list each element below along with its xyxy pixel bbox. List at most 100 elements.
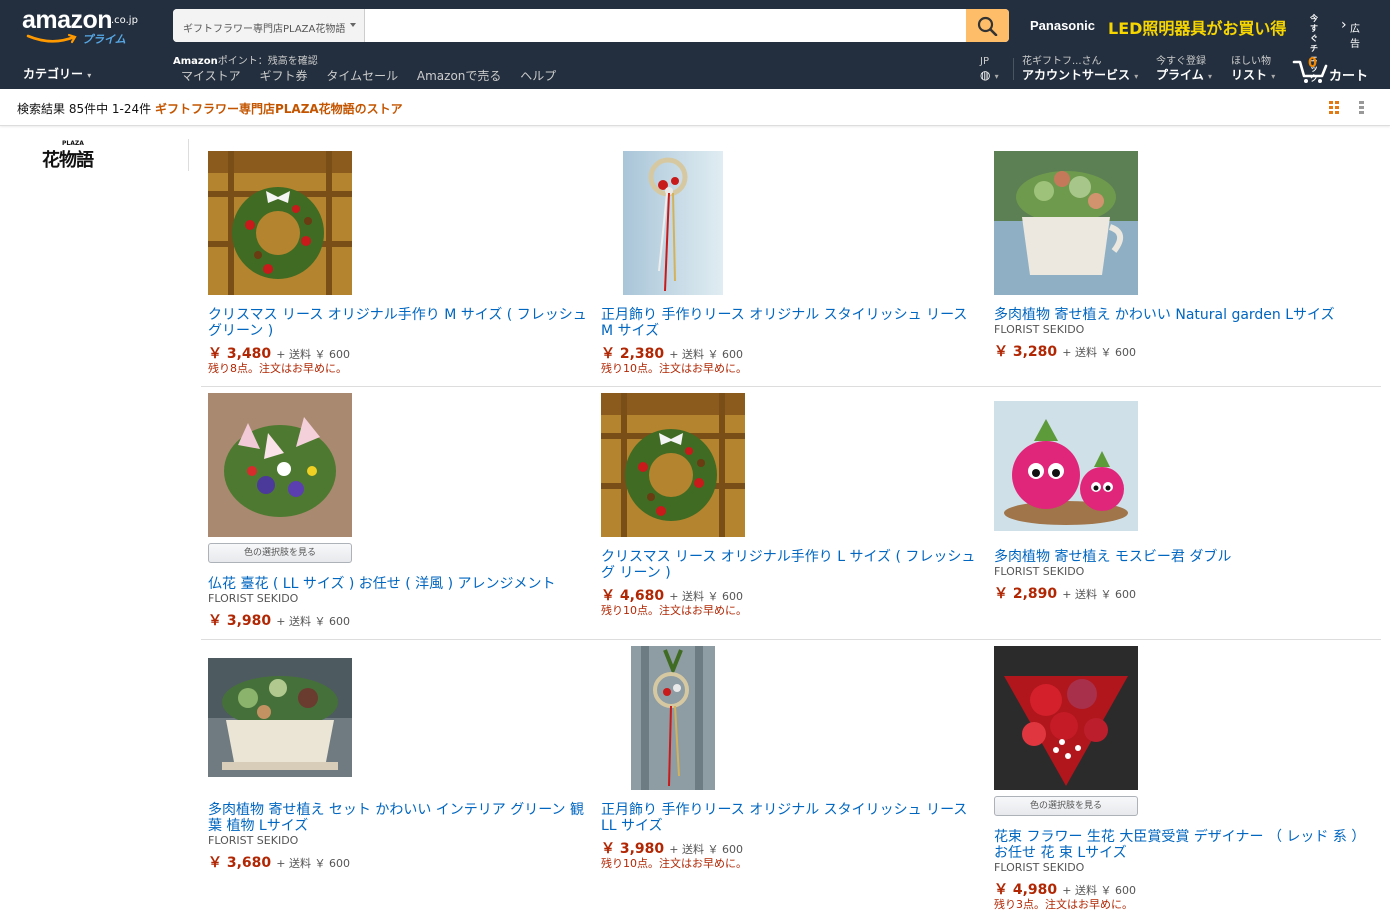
- color-options-button[interactable]: 色の選択肢を見る: [994, 796, 1138, 816]
- points-bold: Amazon: [173, 56, 218, 67]
- results-info-bar: 検索結果 85件中 1-24件 ギフトフラワー専門店PLAZA花物語のストア: [0, 89, 1390, 126]
- product-title[interactable]: 多肉植物 寄せ植え モスビー君 ダブル: [994, 549, 1374, 565]
- product-title[interactable]: 仏花 臺花 ( LL サイズ ) お任せ ( 洋風 ) アレンジメント: [208, 576, 588, 592]
- amazon-logo[interactable]: amazon .co.jp プライム: [22, 6, 142, 48]
- account-greeting: 花ギフトフ...さん: [1022, 56, 1102, 67]
- product-title[interactable]: 正月飾り 手作りリース オリジナル スタイリッシュ リース LL サイズ: [601, 802, 986, 834]
- product-image[interactable]: [601, 393, 745, 537]
- chevron-down-icon: ▾: [1207, 72, 1212, 81]
- cart-count: 0: [1308, 56, 1318, 71]
- nav-links: マイストア ギフト券 タイムセール Amazonで売る ヘルプ: [181, 67, 571, 84]
- product-stock: 残り8点。注文はお早めに。: [208, 362, 347, 375]
- product-stock: 残り10点。注文はお早めに。: [601, 857, 747, 870]
- product-price: ￥ 3,680: [208, 855, 272, 871]
- product-price-row: ￥ 3,280 + 送料 ￥ 600: [994, 341, 1136, 361]
- store-link[interactable]: ギフトフラワー専門店PLAZA花物語のストア: [155, 102, 403, 116]
- category-label: カテゴリー: [23, 67, 84, 81]
- product-image[interactable]: [623, 151, 723, 295]
- prime-menu[interactable]: 今すぐ登録 プライム ▾: [1156, 56, 1212, 84]
- product-brand: FLORIST SEKIDO: [994, 565, 1085, 578]
- nav-link-sell[interactable]: Amazonで売る: [417, 69, 502, 83]
- product-stock: 残り10点。注文はお早めに。: [601, 362, 747, 375]
- product-price-row: ￥ 2,890 + 送料 ￥ 600: [994, 583, 1136, 603]
- wreath-image: [208, 151, 352, 295]
- cart-button[interactable]: 0 カート: [1292, 56, 1372, 84]
- smile-arrow-icon: [26, 33, 77, 44]
- product-shipping: + 送料 ￥ 600: [1062, 346, 1136, 359]
- search-scope-dropdown[interactable]: ギフトフラワー専門店PLAZA花物語: [173, 9, 365, 42]
- lily-arrangement-image: [208, 393, 352, 537]
- prime-top: 今すぐ登録: [1156, 56, 1206, 67]
- red-bouquet-image: [994, 646, 1138, 790]
- product-image[interactable]: [994, 151, 1138, 295]
- wreath-image: [601, 393, 745, 537]
- nav-link-giftcard[interactable]: ギフト券: [259, 69, 307, 83]
- logo-domain: .co.jp: [111, 15, 138, 26]
- product-image[interactable]: [994, 646, 1138, 790]
- search-scope-label: ギフトフラワー専門店PLAZA花物語: [183, 24, 346, 35]
- account-menu[interactable]: 花ギフトフ...さん アカウントサービス ▾: [1022, 56, 1138, 84]
- row-divider: [201, 639, 1381, 640]
- nav-link-timesale[interactable]: タイムセール: [326, 69, 398, 83]
- product-title[interactable]: 多肉植物 寄せ植え かわいい Natural garden Lサイズ: [994, 307, 1374, 323]
- succulent-tray-image: [208, 658, 352, 777]
- language-code: JP: [980, 56, 989, 67]
- product-shipping: + 送料 ￥ 600: [276, 615, 350, 628]
- nav-link-mystore[interactable]: マイストア: [181, 69, 241, 83]
- succulent-pot-image: [994, 151, 1138, 295]
- list-view-icon[interactable]: [1358, 101, 1366, 114]
- product-brand: FLORIST SEKIDO: [994, 323, 1085, 336]
- product-brand: FLORIST SEKIDO: [208, 592, 299, 605]
- product-image[interactable]: [994, 401, 1138, 531]
- search-button[interactable]: [966, 9, 1009, 42]
- points-rest: ポイント：残高を確認: [217, 56, 318, 67]
- chevron-right-icon: ›: [1341, 17, 1347, 33]
- product-price: ￥ 2,890: [994, 586, 1058, 602]
- category-menu[interactable]: カテゴリー ▾: [23, 65, 91, 82]
- chevron-down-icon: ▾: [994, 72, 999, 81]
- product-shipping: + 送料 ￥ 600: [1062, 588, 1136, 601]
- product-title[interactable]: 花束 フラワー 生花 大臣賞受賞 デザイナー （ レッド 系 ） お任せ 花 束…: [994, 829, 1379, 861]
- sidebar-divider: [188, 139, 189, 171]
- account-label: アカウントサービス: [1022, 68, 1131, 82]
- nav-link-help[interactable]: ヘルプ: [520, 69, 556, 83]
- wishlist-menu[interactable]: ほしい物 リスト ▾: [1231, 56, 1275, 84]
- product-image[interactable]: [208, 393, 352, 537]
- product-shipping: + 送料 ￥ 600: [276, 857, 350, 870]
- search-input[interactable]: [366, 9, 966, 42]
- product-image[interactable]: [208, 658, 352, 777]
- language-selector[interactable]: JP ◍ ▾: [980, 56, 999, 84]
- grid-view-icon[interactable]: [1329, 101, 1340, 114]
- product-image[interactable]: [208, 151, 352, 295]
- product-price: ￥ 3,280: [994, 344, 1058, 360]
- newyear-decoration-image: [623, 151, 723, 295]
- ad-text: LED照明器具がお買い得: [1108, 19, 1287, 38]
- amazon-points-link[interactable]: Amazonポイント：残高を確認: [173, 52, 318, 67]
- product-price: ￥ 3,980: [208, 613, 272, 629]
- top-nav-bar: amazon .co.jp プライム ギフトフラワー専門店PLAZA花物語 Pa…: [0, 0, 1390, 89]
- wishlist-top: ほしい物: [1231, 56, 1271, 67]
- ad-label: 広告: [1350, 24, 1360, 50]
- store-logo-big: 花物語: [42, 150, 94, 171]
- cart-label: カート: [1329, 69, 1369, 84]
- row-divider: [201, 386, 1381, 387]
- product-price-row: ￥ 3,980 + 送料 ￥ 600: [208, 610, 350, 630]
- product-title[interactable]: クリスマス リース オリジナル手作り M サイズ ( フレッシュ グリーン ): [208, 307, 588, 339]
- chevron-down-icon: [350, 23, 356, 27]
- store-logo[interactable]: PLAZA 花物語: [42, 140, 102, 171]
- search-icon: [977, 16, 998, 36]
- mossby-succulent-image: [994, 401, 1138, 531]
- ad-brand: Panasonic: [1030, 18, 1096, 33]
- product-title[interactable]: クリスマス リース オリジナル手作り L サイズ ( フレッシュグ リーン ): [601, 549, 986, 581]
- chevron-down-icon: ▾: [1271, 72, 1276, 81]
- ad-now: 今すぐ: [1310, 14, 1318, 43]
- wishlist-label: リスト: [1231, 68, 1268, 82]
- product-title[interactable]: 多肉植物 寄せ植え セット かわいい インテリア グリーン 観葉 植物 Lサイズ: [208, 802, 593, 834]
- color-options-button[interactable]: 色の選択肢を見る: [208, 543, 352, 563]
- product-stock: 残り3点。注文はお早めに。: [994, 898, 1133, 911]
- chevron-down-icon: ▾: [87, 71, 92, 80]
- product-title[interactable]: 正月飾り 手作りリース オリジナル スタイリッシュ リース M サイズ: [601, 307, 981, 339]
- product-brand: FLORIST SEKIDO: [208, 834, 299, 847]
- prime-label: プライム: [1156, 68, 1204, 82]
- product-image[interactable]: [631, 646, 715, 790]
